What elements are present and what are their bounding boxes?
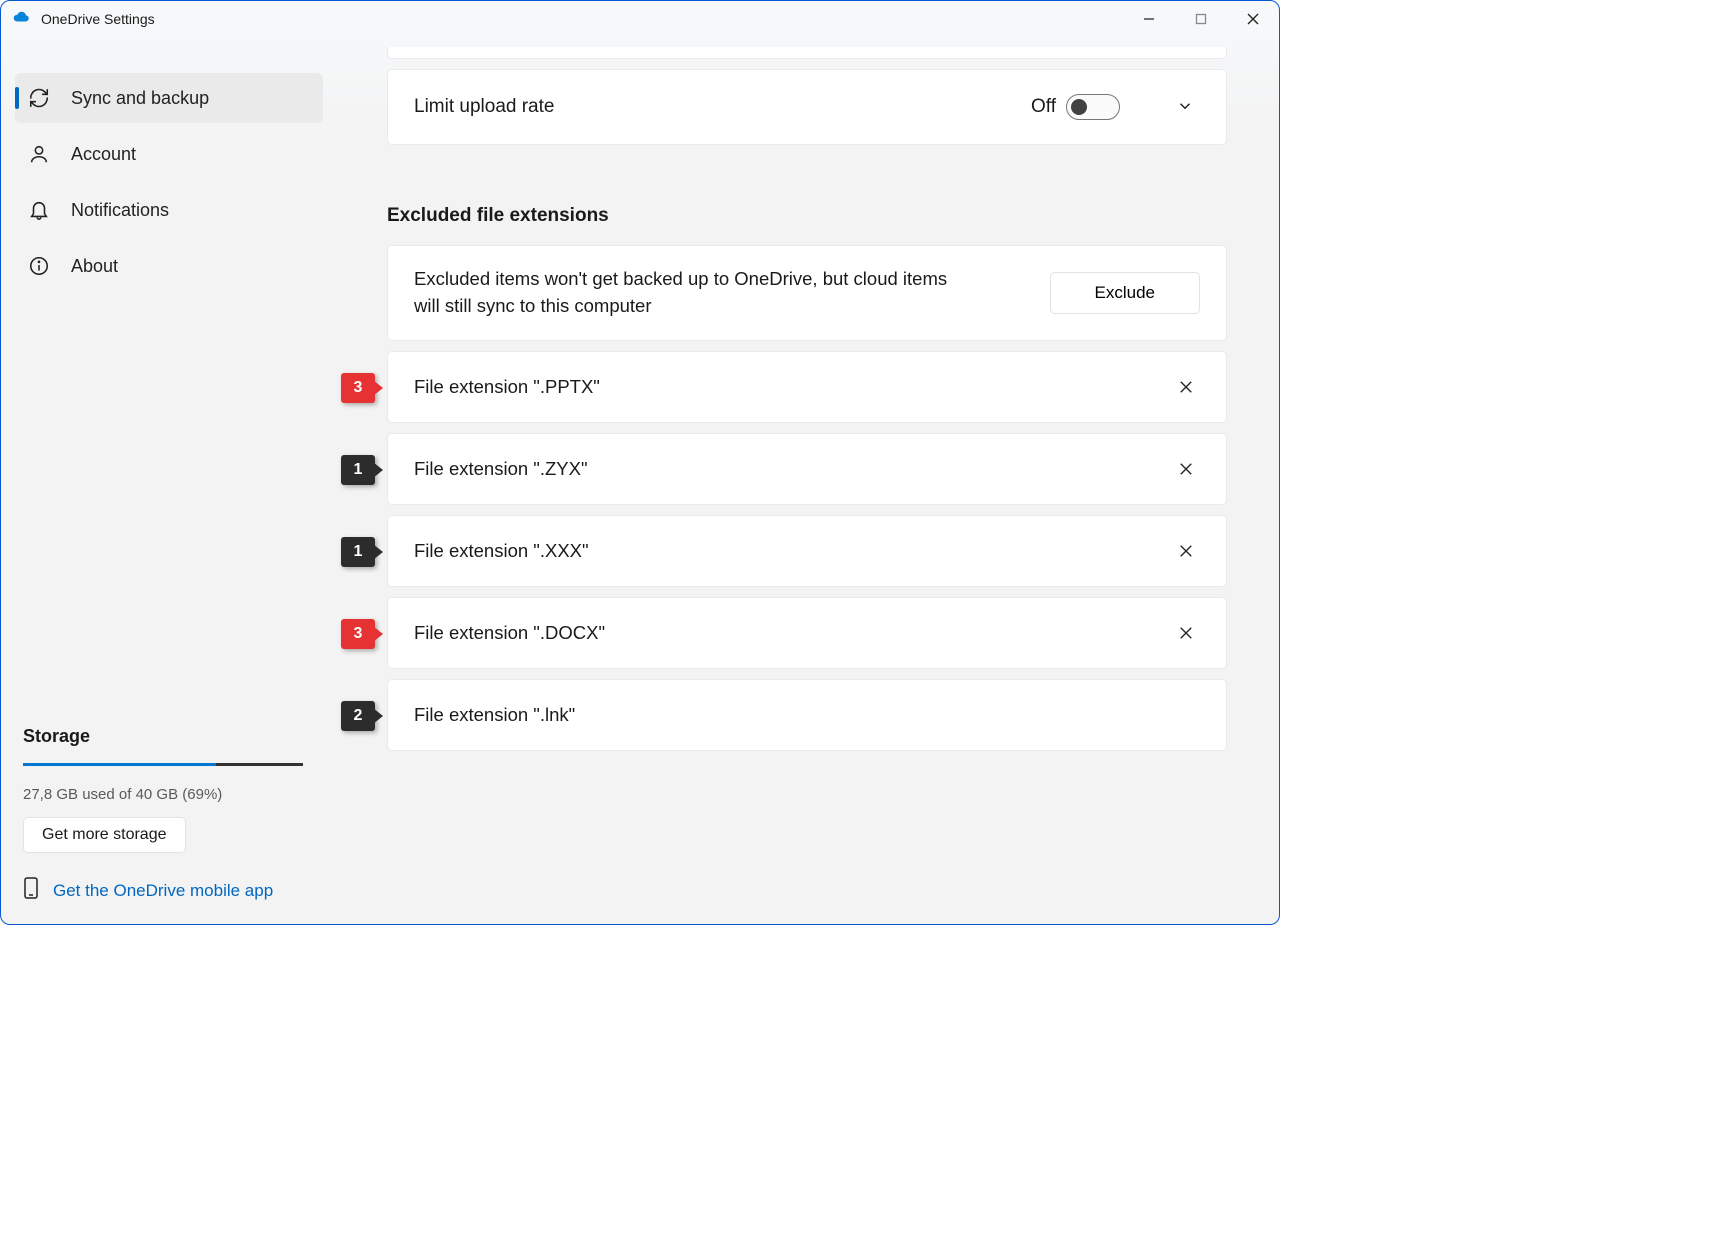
close-button[interactable] — [1227, 1, 1279, 37]
extension-label: File extension ".DOCX" — [414, 622, 605, 644]
upload-rate-toggle[interactable] — [1066, 94, 1120, 120]
sync-icon — [27, 86, 51, 110]
upload-rate-state: Off — [1031, 96, 1056, 118]
annotation-badge: 1 — [341, 537, 375, 567]
mobile-link-text: Get the OneDrive mobile app — [53, 881, 273, 901]
storage-section: Storage 27,8 GB used of 40 GB (69%) Get … — [15, 726, 323, 924]
excluded-extension-row: File extension ".lnk" — [387, 679, 1227, 751]
excluded-list: File extension ".PPTX" File extension ".Z… — [387, 351, 1227, 751]
maximize-button[interactable] — [1175, 1, 1227, 37]
excluded-extension-row: File extension ".DOCX" — [387, 597, 1227, 669]
nav-about[interactable]: About — [15, 241, 323, 291]
window-controls — [1123, 1, 1279, 37]
exclude-info-card: Excluded items won't get backed up to On… — [387, 245, 1227, 341]
info-icon — [27, 254, 51, 278]
extension-label: File extension ".PPTX" — [414, 376, 600, 398]
nav-label: Notifications — [71, 200, 169, 221]
bell-icon — [27, 198, 51, 222]
nav-label: Account — [71, 144, 136, 165]
upload-rate-label: Limit upload rate — [414, 96, 554, 118]
remove-extension-button[interactable] — [1176, 541, 1196, 561]
annotation-badge: 3 — [341, 619, 375, 649]
remove-extension-button[interactable] — [1176, 377, 1196, 397]
toggle-knob — [1071, 99, 1087, 115]
get-more-storage-button[interactable]: Get more storage — [23, 817, 186, 853]
storage-usage-text: 27,8 GB used of 40 GB (69%) — [23, 786, 313, 803]
person-icon — [27, 142, 51, 166]
nav-notifications[interactable]: Notifications — [15, 185, 323, 235]
excluded-extension-row: File extension ".XXX" — [387, 515, 1227, 587]
window-title: OneDrive Settings — [41, 11, 155, 27]
storage-progress-fill — [23, 763, 216, 766]
onedrive-cloud-icon — [13, 10, 31, 28]
extension-label: File extension ".XXX" — [414, 540, 589, 562]
nav-list: Sync and backup Account Notifications — [15, 73, 323, 291]
card-above-partial — [387, 47, 1227, 59]
remove-extension-button[interactable] — [1176, 623, 1196, 643]
extension-label: File extension ".lnk" — [414, 704, 575, 726]
excluded-extension-row: File extension ".PPTX" — [387, 351, 1227, 423]
annotation-badge: 3 — [341, 373, 375, 403]
phone-icon — [23, 877, 39, 904]
nav-label: About — [71, 256, 118, 277]
settings-window: OneDrive Settings Sync and backup — [0, 0, 1280, 925]
mobile-app-link[interactable]: Get the OneDrive mobile app — [23, 877, 313, 904]
annotation-badge: 1 — [341, 455, 375, 485]
exclude-button[interactable]: Exclude — [1050, 272, 1200, 314]
remove-extension-button[interactable] — [1176, 459, 1196, 479]
minimize-button[interactable] — [1123, 1, 1175, 37]
storage-progress-bar — [23, 763, 303, 766]
expand-upload-rate[interactable] — [1140, 97, 1200, 118]
content-pane: Limit upload rate Off Excluded — [323, 37, 1279, 924]
nav-sync-and-backup[interactable]: Sync and backup — [15, 73, 323, 123]
exclude-description: Excluded items won't get backed up to On… — [414, 266, 974, 320]
storage-heading: Storage — [23, 726, 313, 747]
excluded-extension-row: File extension ".ZYX" — [387, 433, 1227, 505]
upload-rate-card: Limit upload rate Off — [387, 69, 1227, 145]
nav-account[interactable]: Account — [15, 129, 323, 179]
excluded-heading: Excluded file extensions — [387, 205, 1227, 227]
annotation-badge: 2 — [341, 701, 375, 731]
title-bar: OneDrive Settings — [1, 1, 1279, 37]
extension-label: File extension ".ZYX" — [414, 458, 588, 480]
nav-label: Sync and backup — [71, 88, 209, 109]
chevron-down-icon — [1176, 102, 1194, 118]
sidebar: Sync and backup Account Notifications — [1, 37, 323, 924]
